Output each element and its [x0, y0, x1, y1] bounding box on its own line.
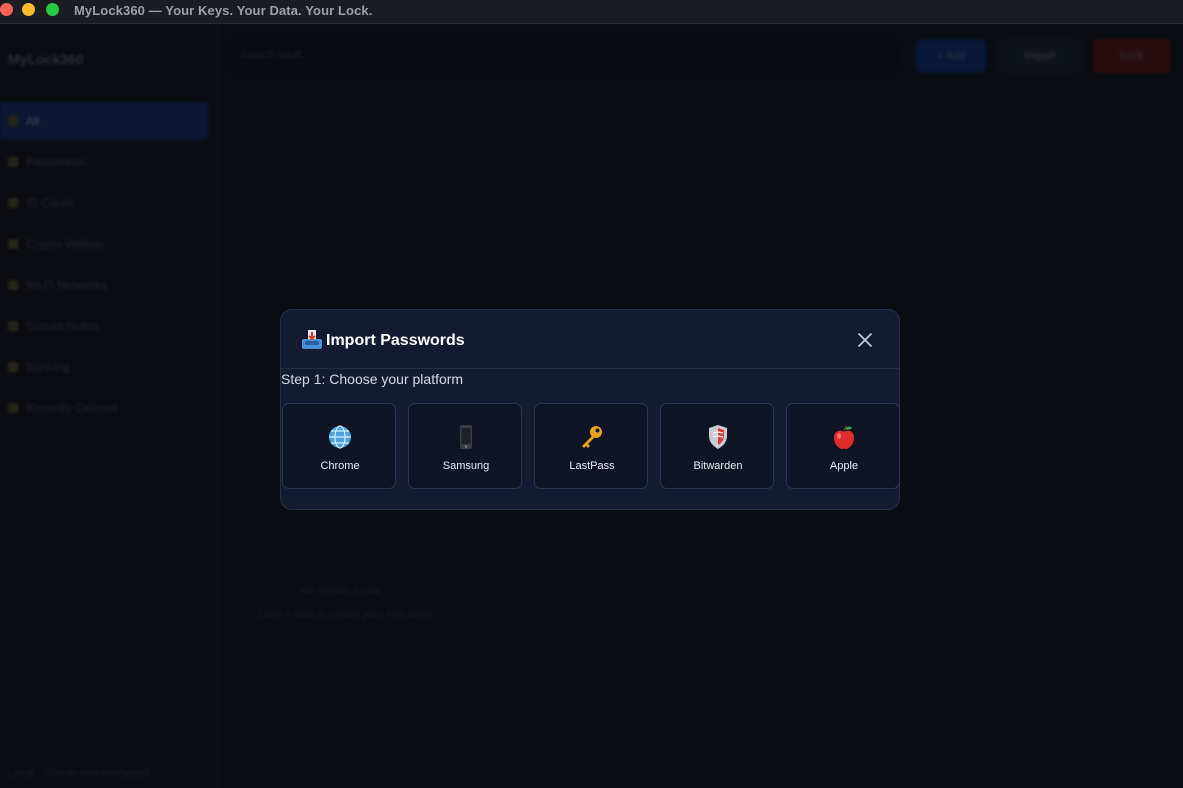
platform-option-apple[interactable]: Apple: [786, 403, 900, 489]
platform-option-bitwarden[interactable]: Bitwarden: [660, 403, 774, 489]
platform-option-lastpass[interactable]: LastPass: [534, 403, 648, 489]
platform-list: Chrome Samsung LastPass Bitwarden Apple: [281, 403, 901, 489]
inbox-tray-icon: [302, 330, 322, 349]
platform-label: LastPass: [569, 460, 615, 472]
key-icon: [582, 426, 602, 448]
minimize-window-button[interactable]: [22, 3, 35, 16]
close-icon[interactable]: [855, 330, 875, 350]
platform-label: Apple: [829, 460, 859, 472]
apple-icon: [834, 425, 854, 449]
modal-title: Import Passwords: [326, 332, 465, 349]
platform-option-chrome[interactable]: Chrome: [282, 403, 396, 489]
window-title: MyLock360 — Your Keys. Your Data. Your L…: [74, 3, 373, 18]
step-label: Step 1: Choose your platform: [281, 371, 464, 387]
maximize-window-button[interactable]: [46, 3, 59, 16]
platform-label: Bitwarden: [693, 460, 743, 472]
modal-header: Import Passwords: [281, 310, 899, 369]
platform-label: Chrome: [320, 460, 360, 472]
platform-label: Samsung: [442, 460, 490, 472]
shield-icon: [709, 425, 727, 449]
import-passwords-modal: Import Passwords Step 1: Choose your pla…: [280, 309, 900, 510]
close-window-button[interactable]: [0, 3, 13, 16]
title-bar: MyLock360 — Your Keys. Your Data. Your L…: [0, 0, 1183, 24]
platform-option-samsung[interactable]: Samsung: [408, 403, 522, 489]
globe-icon: [329, 425, 351, 449]
mobile-phone-icon: [460, 425, 472, 449]
